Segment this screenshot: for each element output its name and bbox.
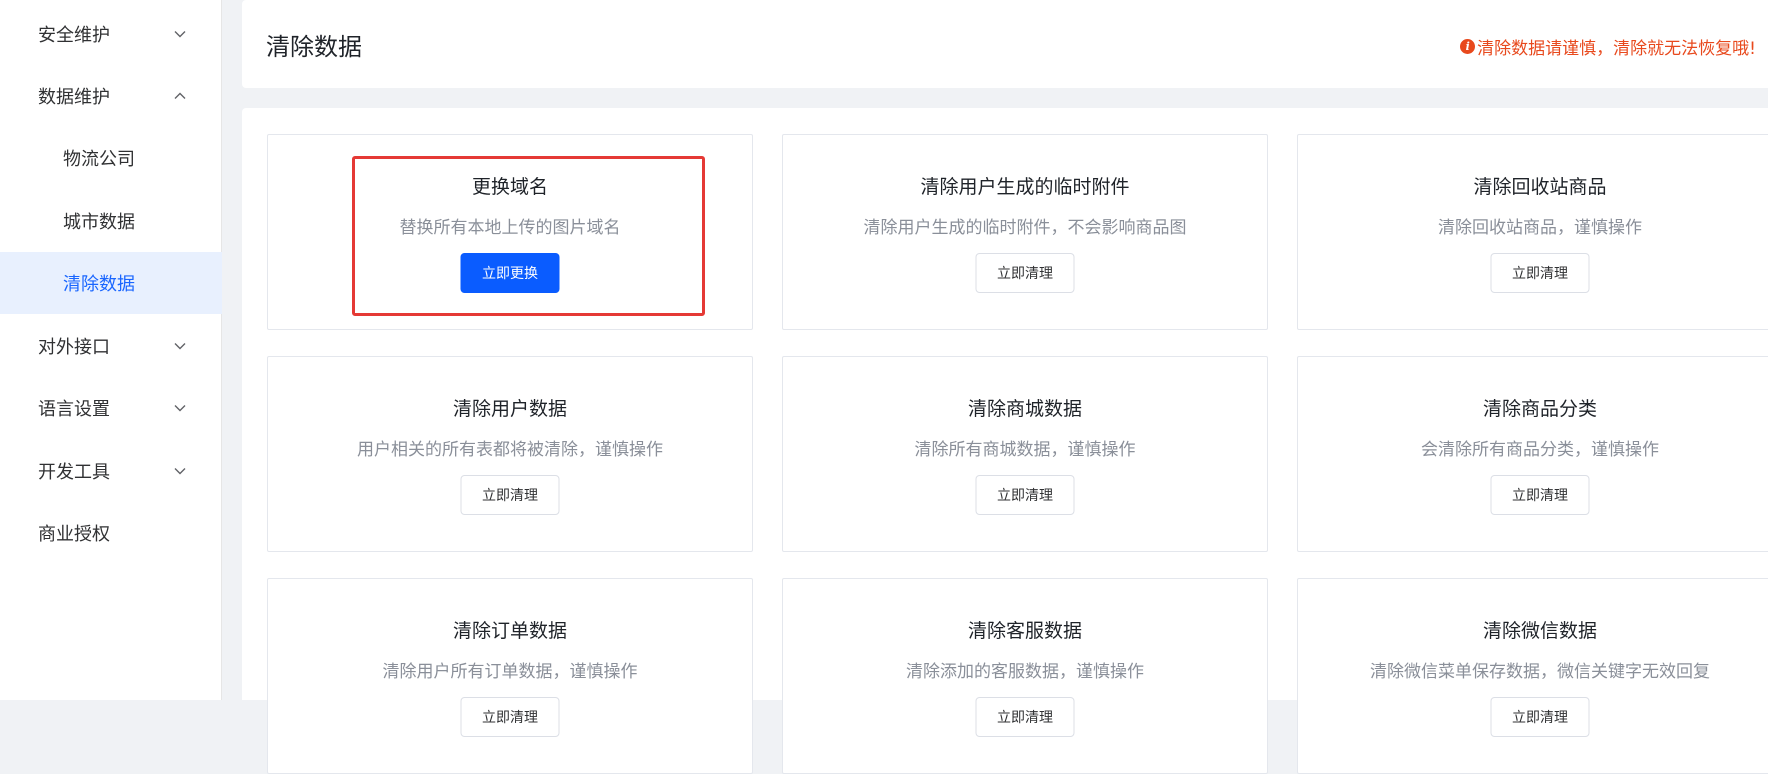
clear-data-panel: 更换域名 替换所有本地上传的图片域名 立即更换 清除用户生成的临时附件 清除用户…: [242, 108, 1768, 774]
card-description: 清除所有商城数据，谨慎操作: [914, 440, 1136, 460]
sidebar-item-data-maintenance[interactable]: 数据维护: [0, 65, 222, 127]
card-clear-wechat-data: 清除微信数据 清除微信菜单保存数据，微信关键字无效回复 立即清理: [1297, 578, 1768, 774]
card-description: 清除回收站商品，谨慎操作: [1438, 218, 1642, 238]
card-clear-product-categories: 清除商品分类 会清除所有商品分类，谨慎操作 立即清理: [1297, 356, 1768, 552]
card-title: 清除回收站商品: [1473, 176, 1607, 198]
clear-user-data-button[interactable]: 立即清理: [460, 475, 560, 515]
card-clear-recycle-bin: 清除回收站商品 清除回收站商品，谨慎操作 立即清理: [1297, 134, 1768, 330]
card-title: 清除用户数据: [452, 398, 567, 420]
clear-mall-data-button[interactable]: 立即清理: [975, 475, 1075, 515]
sidebar-item-label: 城市数据: [63, 212, 135, 233]
clear-customer-service-data-button[interactable]: 立即清理: [975, 697, 1075, 737]
sidebar-item-label: 安全维护: [38, 25, 110, 46]
clear-order-data-button[interactable]: 立即清理: [460, 697, 560, 737]
clear-temp-attachments-button[interactable]: 立即清理: [975, 253, 1075, 293]
sidebar-item-language[interactable]: 语言设置: [0, 377, 222, 439]
card-clear-customer-service-data: 清除客服数据 清除添加的客服数据，谨慎操作 立即清理: [782, 578, 1268, 774]
card-title: 清除商品分类: [1482, 398, 1597, 420]
clear-recycle-bin-button[interactable]: 立即清理: [1490, 253, 1590, 293]
sidebar-item-logistics[interactable]: 物流公司: [0, 127, 222, 189]
card-description: 会清除所有商品分类，谨慎操作: [1421, 440, 1659, 460]
card-clear-user-data: 清除用户数据 用户相关的所有表都将被清除，谨慎操作 立即清理: [267, 356, 753, 552]
card-title: 清除微信数据: [1482, 620, 1597, 642]
change-domain-button[interactable]: 立即更换: [460, 253, 560, 293]
sidebar-item-label: 数据维护: [38, 87, 110, 108]
warning-text: 清除数据请谨慎，清除就无法恢复哦!: [1477, 39, 1756, 59]
sidebar-item-external-api[interactable]: 对外接口: [0, 315, 222, 377]
sidebar-item-label: 语言设置: [38, 399, 110, 420]
card-title: 清除用户生成的临时附件: [920, 176, 1130, 198]
clear-wechat-data-button[interactable]: 立即清理: [1490, 697, 1590, 737]
card-description: 替换所有本地上传的图片域名: [399, 218, 621, 238]
sidebar-item-security[interactable]: 安全维护: [0, 3, 222, 65]
card-clear-mall-data: 清除商城数据 清除所有商城数据，谨慎操作 立即清理: [782, 356, 1268, 552]
sidebar-item-business-license[interactable]: 商业授权: [0, 502, 222, 564]
info-icon: i: [1460, 39, 1476, 54]
chevron-down-icon: [172, 400, 188, 416]
page-title: 清除数据: [266, 33, 362, 61]
page-header: 清除数据 i 清除数据请谨慎，清除就无法恢复哦!: [242, 0, 1768, 88]
warning-notice: i 清除数据请谨慎，清除就无法恢复哦!: [1460, 34, 1756, 59]
card-title: 清除订单数据: [452, 620, 567, 642]
card-description: 清除用户生成的临时附件，不会影响商品图: [863, 218, 1187, 238]
card-clear-temp-attachments: 清除用户生成的临时附件 清除用户生成的临时附件，不会影响商品图 立即清理: [782, 134, 1268, 330]
sidebar-item-label: 开发工具: [38, 462, 110, 483]
card-description: 清除添加的客服数据，谨慎操作: [906, 662, 1144, 682]
card-title: 清除客服数据: [967, 620, 1082, 642]
sidebar-item-label: 物流公司: [63, 149, 135, 170]
card-description: 清除微信菜单保存数据，微信关键字无效回复: [1370, 662, 1710, 682]
sidebar-item-city-data[interactable]: 城市数据: [0, 190, 222, 252]
card-title: 更换域名: [471, 176, 548, 198]
chevron-down-icon: [172, 26, 188, 42]
sidebar: 安全维护 数据维护 物流公司 城市数据 清除数据 对外接口 语言设置 开发工具: [0, 0, 222, 700]
clear-product-categories-button[interactable]: 立即清理: [1490, 475, 1590, 515]
chevron-up-icon: [172, 88, 188, 104]
chevron-down-icon: [172, 338, 188, 354]
card-description: 用户相关的所有表都将被清除，谨慎操作: [357, 440, 663, 460]
card-clear-order-data: 清除订单数据 清除用户所有订单数据，谨慎操作 立即清理: [267, 578, 753, 774]
sidebar-item-clear-data[interactable]: 清除数据: [0, 252, 222, 314]
sidebar-item-label: 清除数据: [63, 274, 135, 295]
card-description: 清除用户所有订单数据，谨慎操作: [382, 662, 638, 682]
card-title: 清除商城数据: [967, 398, 1082, 420]
sidebar-item-label: 商业授权: [38, 524, 110, 545]
sidebar-item-label: 对外接口: [38, 337, 110, 358]
sidebar-item-dev-tools[interactable]: 开发工具: [0, 440, 222, 502]
chevron-down-icon: [172, 463, 188, 479]
card-change-domain: 更换域名 替换所有本地上传的图片域名 立即更换: [267, 134, 753, 330]
